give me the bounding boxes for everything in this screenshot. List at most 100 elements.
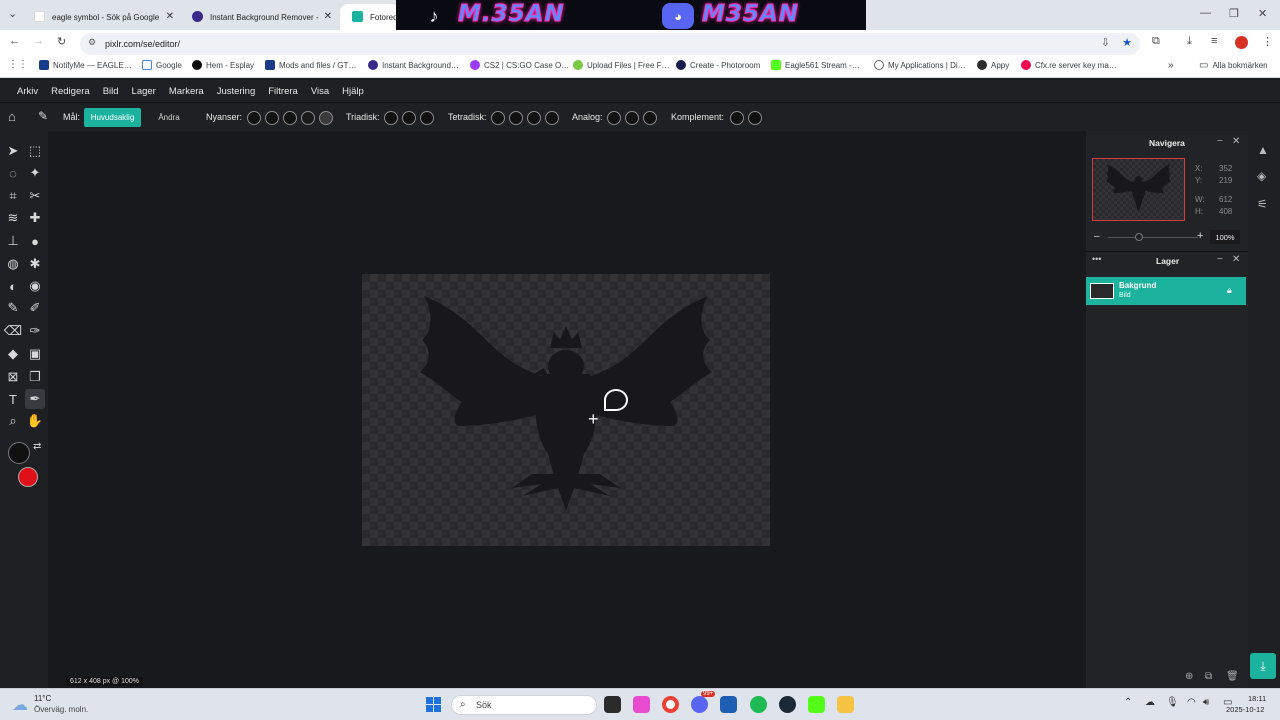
triadic-swatch[interactable] — [384, 111, 398, 125]
bookmark-item[interactable]: Google — [142, 60, 182, 70]
delete-layer-icon[interactable]: 🗑︎ — [1226, 671, 1239, 682]
color-picker-icon[interactable]: ✒ — [25, 389, 45, 409]
pencil-tool-icon[interactable]: ✎ — [3, 298, 23, 318]
lock-icon[interactable]: 🔒︎ — [1227, 285, 1232, 296]
profile-avatar[interactable] — [1235, 36, 1248, 49]
layers-menu-icon[interactable]: ••• — [1092, 254, 1101, 264]
shade-swatch[interactable] — [265, 111, 279, 125]
target-change-button[interactable]: Ändra — [145, 108, 193, 127]
analog-swatch[interactable] — [643, 111, 657, 125]
triadic-swatch[interactable] — [402, 111, 416, 125]
discord-taskbar-icon[interactable] — [691, 696, 708, 713]
bookmark-item[interactable]: My Applications | Di… — [874, 60, 966, 70]
microphone-icon[interactable]: 🎙︎ — [1166, 697, 1179, 708]
bookmark-item[interactable]: Create - Photoroom — [676, 60, 760, 70]
menu-select[interactable]: Markera — [169, 86, 204, 97]
shade-swatch[interactable] — [247, 111, 261, 125]
liquify-tool-icon[interactable]: ≋ — [3, 208, 23, 228]
complement-swatch[interactable] — [730, 111, 744, 125]
complement-swatch[interactable] — [748, 111, 762, 125]
target-main-button[interactable]: Huvudsaklig — [84, 108, 141, 127]
clock-date[interactable]: 2025-10-12 — [1226, 705, 1264, 714]
zoom-level-field[interactable]: 100% — [1210, 230, 1240, 244]
bookmark-item[interactable]: Appy — [977, 60, 1009, 70]
tab-pixlr[interactable]: Fotored — [340, 4, 400, 30]
blur-tool-icon[interactable]: ● — [25, 231, 45, 251]
menu-help[interactable]: Hjälp — [342, 86, 364, 97]
home-icon[interactable]: ⌂ — [8, 109, 16, 124]
tray-chevron-icon[interactable]: ⌃ — [1124, 697, 1132, 708]
forward-icon[interactable]: → — [33, 35, 44, 47]
layers-collapse-icon[interactable]: − — [1217, 254, 1223, 265]
weather-cloud-icon[interactable]: ☁ — [12, 695, 28, 715]
close-window-icon[interactable]: ✕ — [1258, 7, 1267, 20]
image-canvas[interactable] — [362, 274, 770, 546]
browser-menu-icon[interactable]: ⋮ — [1262, 35, 1273, 48]
shade-swatch[interactable] — [319, 111, 333, 125]
marquee-tool-icon[interactable]: ⬚ — [25, 141, 45, 161]
back-icon[interactable]: ← — [9, 35, 20, 47]
tetradic-swatch[interactable] — [491, 111, 505, 125]
menu-adjust[interactable]: Justering — [217, 86, 256, 97]
bookmark-item[interactable]: Cfx.re server key ma… — [1021, 60, 1117, 70]
menu-view[interactable]: Visa — [311, 86, 329, 97]
install-app-icon[interactable]: ⇩ — [1101, 36, 1110, 49]
more-bookmarks-button[interactable]: » — [1168, 60, 1174, 71]
adjust-panel-icon[interactable]: ⚟ — [1257, 197, 1268, 211]
reload-icon[interactable]: ↻ — [57, 35, 66, 48]
file-explorer-icon[interactable] — [837, 696, 854, 713]
hand-tool-icon[interactable]: ✋ — [25, 411, 45, 431]
steam-icon[interactable] — [779, 696, 796, 713]
navigator-thumbnail[interactable] — [1092, 158, 1185, 221]
onedrive-icon[interactable]: ☁ — [1145, 697, 1155, 708]
arrange-tool-icon[interactable]: ➤ — [3, 141, 23, 161]
navigator-collapse-icon[interactable]: − — [1217, 136, 1223, 147]
zoom-slider[interactable] — [1108, 237, 1198, 238]
zoom-slider-handle[interactable] — [1135, 233, 1143, 241]
analog-swatch[interactable] — [625, 111, 639, 125]
tab-bg-remover[interactable]: Instant Background Remover - ✕ — [180, 4, 340, 30]
navigator-close-icon[interactable]: ✕ — [1232, 136, 1240, 147]
minimize-window-icon[interactable]: — — [1200, 7, 1211, 19]
bookmark-item[interactable]: Upload Files | Free F… — [573, 60, 670, 70]
sponge-tool-icon[interactable]: ◉ — [25, 276, 45, 296]
color-replace-icon[interactable]: ✑ — [25, 321, 45, 341]
eraser-tool-icon[interactable]: ⌫ — [3, 321, 23, 341]
kick-icon[interactable] — [808, 696, 825, 713]
menu-edit[interactable]: Redigera — [51, 86, 90, 97]
brush-tool-icon[interactable]: ✐ — [25, 298, 45, 318]
dodge-tool-icon[interactable]: ◐ — [3, 276, 23, 296]
tetradic-swatch[interactable] — [527, 111, 541, 125]
chrome-icon[interactable] — [662, 696, 679, 713]
apps-grid-icon[interactable]: ⋮⋮ — [8, 59, 28, 70]
media-icon[interactable]: ≡ — [1211, 35, 1217, 47]
tab-search-icon[interactable]: ⌄ — [8, 7, 17, 20]
volume-icon[interactable]: 🔊︎ — [1203, 697, 1209, 708]
bookmark-item[interactable]: Hem - Esplay — [192, 60, 254, 70]
clock-time[interactable]: 18:11 — [1248, 694, 1266, 703]
text-tool-icon[interactable]: T — [3, 389, 23, 409]
gradient-tool-icon[interactable]: ▣ — [25, 344, 45, 364]
task-view-icon[interactable] — [604, 696, 621, 713]
globe-tool-icon[interactable]: ◍ — [3, 254, 23, 274]
bookmark-item[interactable]: CS2 | CS:GO Case O… — [470, 60, 569, 70]
menu-layer[interactable]: Lager — [132, 86, 156, 97]
extensions-icon[interactable]: ⧉ — [1152, 35, 1160, 48]
all-bookmarks-button[interactable]: ▭ Alla bokmärken — [1199, 60, 1268, 71]
copilot-icon[interactable] — [633, 696, 650, 713]
bookmark-item[interactable]: Eagle561 Stream -… — [771, 60, 860, 70]
layers-panel-icon[interactable]: ◈ — [1257, 169, 1266, 183]
duplicate-layer-icon[interactable]: ⧉ — [1205, 671, 1212, 682]
menu-image[interactable]: Bild — [103, 86, 119, 97]
bookmark-item[interactable]: NotifyMe — EAGLE… — [39, 60, 132, 70]
tetradic-swatch[interactable] — [509, 111, 523, 125]
fill-tool-icon[interactable]: ◆ — [3, 344, 23, 364]
maximize-window-icon[interactable]: ❐ — [1229, 7, 1239, 20]
shade-swatch[interactable] — [301, 111, 315, 125]
zoom-in-button[interactable]: + — [1197, 230, 1203, 242]
triadic-swatch[interactable] — [420, 111, 434, 125]
navigator-panel-icon[interactable]: ▲ — [1257, 143, 1269, 157]
site-info-icon[interactable]: ⚙ — [88, 37, 96, 48]
save-download-button[interactable]: ⤓ — [1250, 653, 1276, 679]
wifi-icon[interactable]: ◠ — [1187, 697, 1196, 708]
